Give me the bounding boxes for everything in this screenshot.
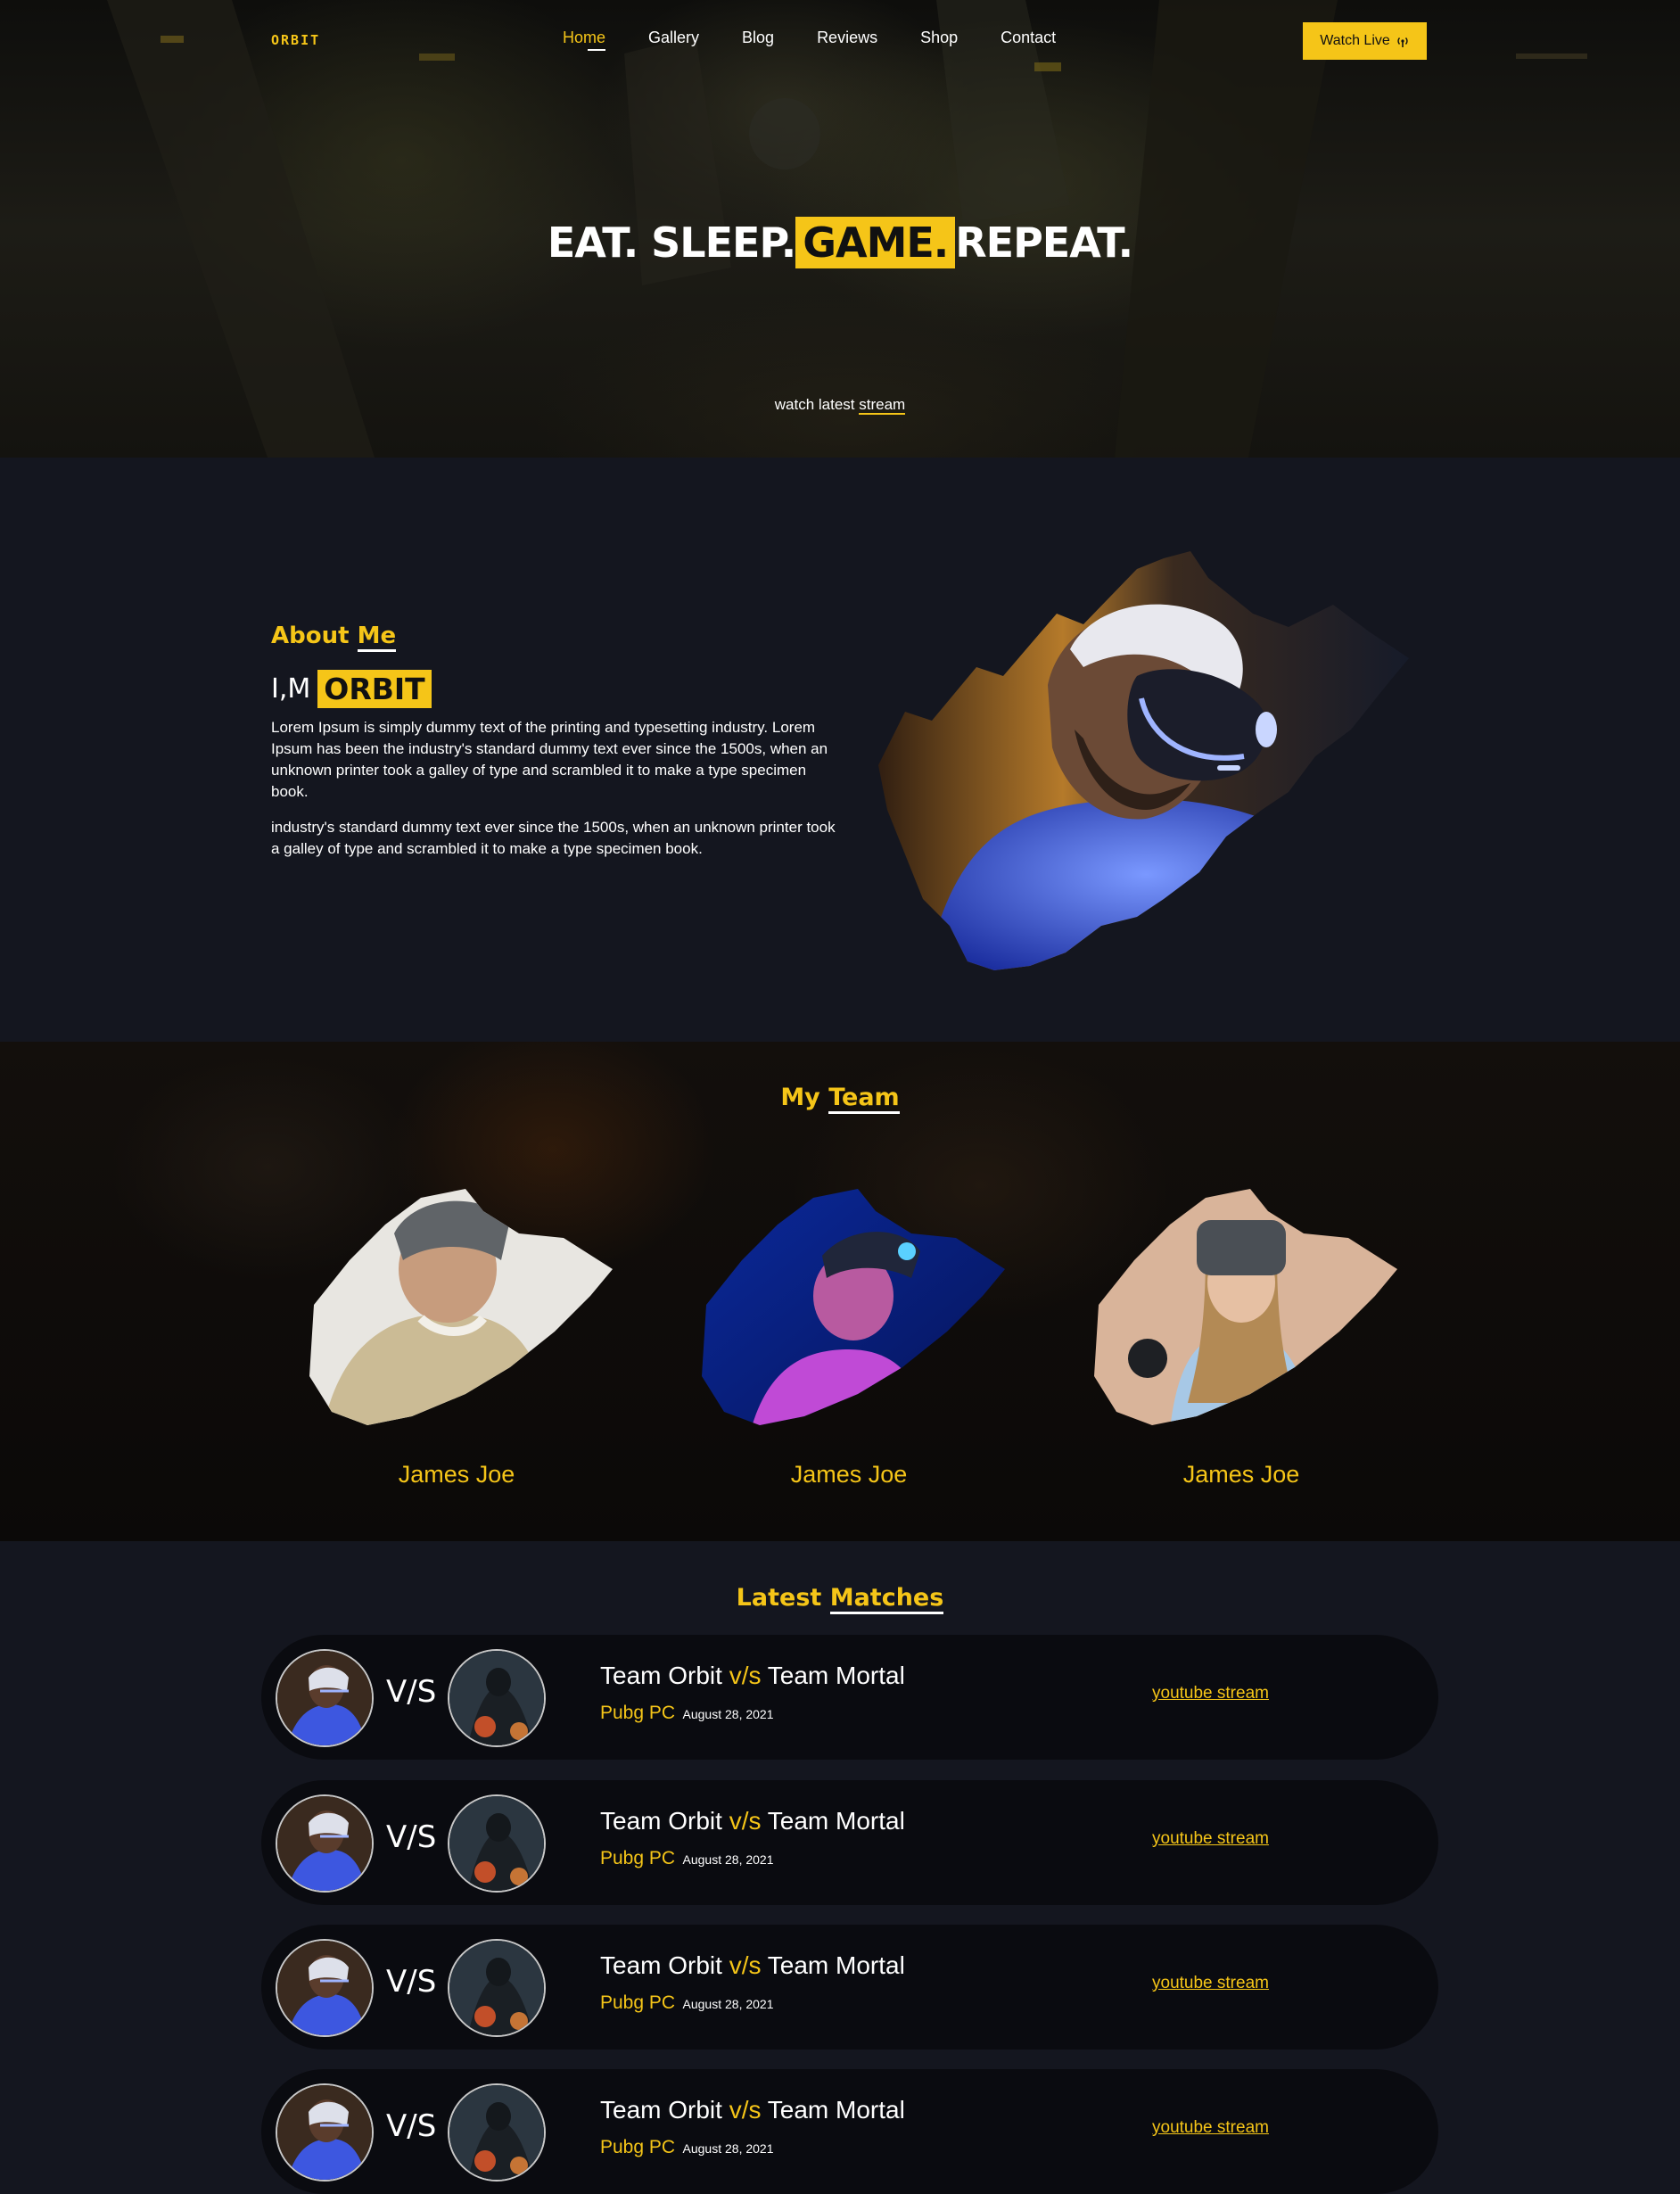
team-member-card[interactable]: James Joe	[287, 1171, 626, 1489]
broadcast-icon	[1397, 37, 1408, 47]
match-team-b: Team Mortal	[767, 1951, 905, 1979]
matches-heading-accent: Matches	[829, 1584, 944, 1614]
watch-stream-text: watch latest	[774, 396, 855, 413]
team-mortal-avatar	[448, 1794, 546, 1893]
youtube-stream-link[interactable]: youtube stream	[1152, 1974, 1269, 1993]
about-heading-main: About	[271, 623, 350, 649]
versus-label: V/S	[386, 2108, 437, 2144]
match-vs: v/s	[729, 1807, 762, 1835]
main-menu: Home Gallery Blog Reviews Shop Contact	[563, 29, 1099, 51]
match-date: August 28, 2021	[682, 1852, 774, 1867]
matches-heading-main: Latest	[736, 1584, 822, 1612]
about-paragraph-2: industry's standard dummy text ever sinc…	[271, 819, 836, 857]
match-title: Team Orbit v/s Team Mortal	[600, 2096, 905, 2124]
site-logo[interactable]: ORBIT	[271, 32, 320, 48]
team-orbit-avatar	[276, 1939, 374, 2037]
hero-title-start: EAT. SLEEP.	[547, 219, 796, 267]
watch-latest-stream[interactable]: watch latest stream	[0, 396, 1680, 415]
match-team-a: Team Orbit	[600, 1951, 722, 1979]
team-member-photo	[702, 1189, 1005, 1425]
hero-title: EAT. SLEEP. GAME. REPEAT.	[0, 217, 1680, 268]
team-section: My Team James Joe James Joe James Joe	[0, 1042, 1680, 1541]
match-vs: v/s	[729, 2096, 762, 2124]
watch-stream-link[interactable]: stream	[859, 396, 906, 415]
about-heading-accent: Me	[357, 623, 397, 652]
nav-link-reviews[interactable]: Reviews	[817, 29, 877, 51]
team-orbit-avatar	[276, 1794, 374, 1893]
team-heading: My Team	[0, 1084, 1680, 1114]
match-title: Team Orbit v/s Team Mortal	[600, 1951, 905, 1980]
match-team-b: Team Mortal	[767, 1662, 905, 1689]
versus-label: V/S	[386, 1819, 437, 1855]
nav-link-shop[interactable]: Shop	[920, 29, 958, 51]
youtube-stream-link[interactable]: youtube stream	[1152, 2118, 1269, 2138]
match-row: V/S Team Orbit v/s Team Mortal Pubg PC A…	[261, 1780, 1438, 1905]
match-title: Team Orbit v/s Team Mortal	[600, 1662, 905, 1690]
match-team-a: Team Orbit	[600, 1807, 722, 1835]
team-member-name: James Joe	[398, 1461, 515, 1488]
match-team-a: Team Orbit	[600, 1662, 722, 1689]
match-date: August 28, 2021	[682, 1707, 774, 1721]
match-vs: v/s	[729, 1662, 762, 1689]
team-orbit-avatar	[276, 2083, 374, 2182]
versus-label: V/S	[386, 1674, 437, 1710]
team-orbit-avatar	[276, 1649, 374, 1747]
nav-link-blog[interactable]: Blog	[742, 29, 774, 51]
match-meta: Pubg PC August 28, 2021	[600, 1848, 774, 1869]
match-date: August 28, 2021	[682, 1997, 774, 2011]
match-game: Pubg PC	[600, 1848, 676, 1868]
match-vs: v/s	[729, 1951, 762, 1979]
match-title: Team Orbit v/s Team Mortal	[600, 1807, 905, 1835]
hero-section: ORBIT Home Gallery Blog Reviews Shop Con…	[0, 0, 1680, 458]
team-mortal-avatar	[448, 1939, 546, 2037]
team-member-card[interactable]: James Joe	[1072, 1171, 1411, 1489]
matches-heading: Latest Matches	[0, 1584, 1680, 1614]
match-meta: Pubg PC August 28, 2021	[600, 2137, 774, 2158]
hero-title-highlight: GAME.	[795, 217, 956, 268]
youtube-stream-link[interactable]: youtube stream	[1152, 1829, 1269, 1849]
team-heading-main: My	[780, 1084, 820, 1111]
watch-live-label: Watch Live	[1320, 33, 1390, 48]
team-member-card[interactable]: James Joe	[679, 1171, 1018, 1489]
match-row: V/S Team Orbit v/s Team Mortal Pubg PC A…	[261, 2069, 1438, 2194]
intro-line: I,M ORBIT	[271, 670, 432, 708]
match-game: Pubg PC	[600, 2137, 676, 2157]
team-mortal-avatar	[448, 2083, 546, 2182]
team-member-name: James Joe	[1182, 1461, 1300, 1488]
match-meta: Pubg PC August 28, 2021	[600, 1992, 774, 2014]
match-team-b: Team Mortal	[767, 2096, 905, 2124]
match-team-b: Team Mortal	[767, 1807, 905, 1835]
about-section: About Me I,M ORBIT Lorem Ipsum is simply…	[0, 458, 1680, 1042]
about-vr-image	[878, 551, 1409, 970]
top-navigation: ORBIT Home Gallery Blog Reviews Shop Con…	[0, 0, 1680, 80]
match-game: Pubg PC	[600, 1992, 676, 2013]
about-heading: About Me	[271, 623, 397, 652]
matches-section: Latest Matches V/S Team Orbit v/s Team M…	[0, 1541, 1680, 2194]
nav-link-contact[interactable]: Contact	[1001, 29, 1056, 51]
watch-live-button[interactable]: Watch Live	[1303, 22, 1427, 60]
match-row: V/S Team Orbit v/s Team Mortal Pubg PC A…	[261, 1635, 1438, 1760]
match-row: V/S Team Orbit v/s Team Mortal Pubg PC A…	[261, 1925, 1438, 2050]
match-date: August 28, 2021	[682, 2141, 774, 2156]
intro-name: ORBIT	[317, 670, 432, 708]
team-member-photo	[1094, 1189, 1397, 1425]
intro-prefix: I,M	[271, 673, 311, 705]
hero-title-end: REPEAT.	[955, 219, 1133, 267]
about-paragraph-1: Lorem Ipsum is simply dummy text of the …	[271, 719, 828, 800]
match-team-a: Team Orbit	[600, 2096, 722, 2124]
versus-label: V/S	[386, 1964, 437, 2000]
nav-link-home[interactable]: Home	[563, 29, 606, 51]
match-game: Pubg PC	[600, 1703, 676, 1723]
nav-link-gallery[interactable]: Gallery	[648, 29, 699, 51]
team-heading-accent: Team	[828, 1084, 900, 1114]
team-mortal-avatar	[448, 1649, 546, 1747]
team-member-name: James Joe	[790, 1461, 908, 1488]
team-member-photo	[309, 1189, 613, 1425]
youtube-stream-link[interactable]: youtube stream	[1152, 1684, 1269, 1703]
match-meta: Pubg PC August 28, 2021	[600, 1703, 774, 1724]
